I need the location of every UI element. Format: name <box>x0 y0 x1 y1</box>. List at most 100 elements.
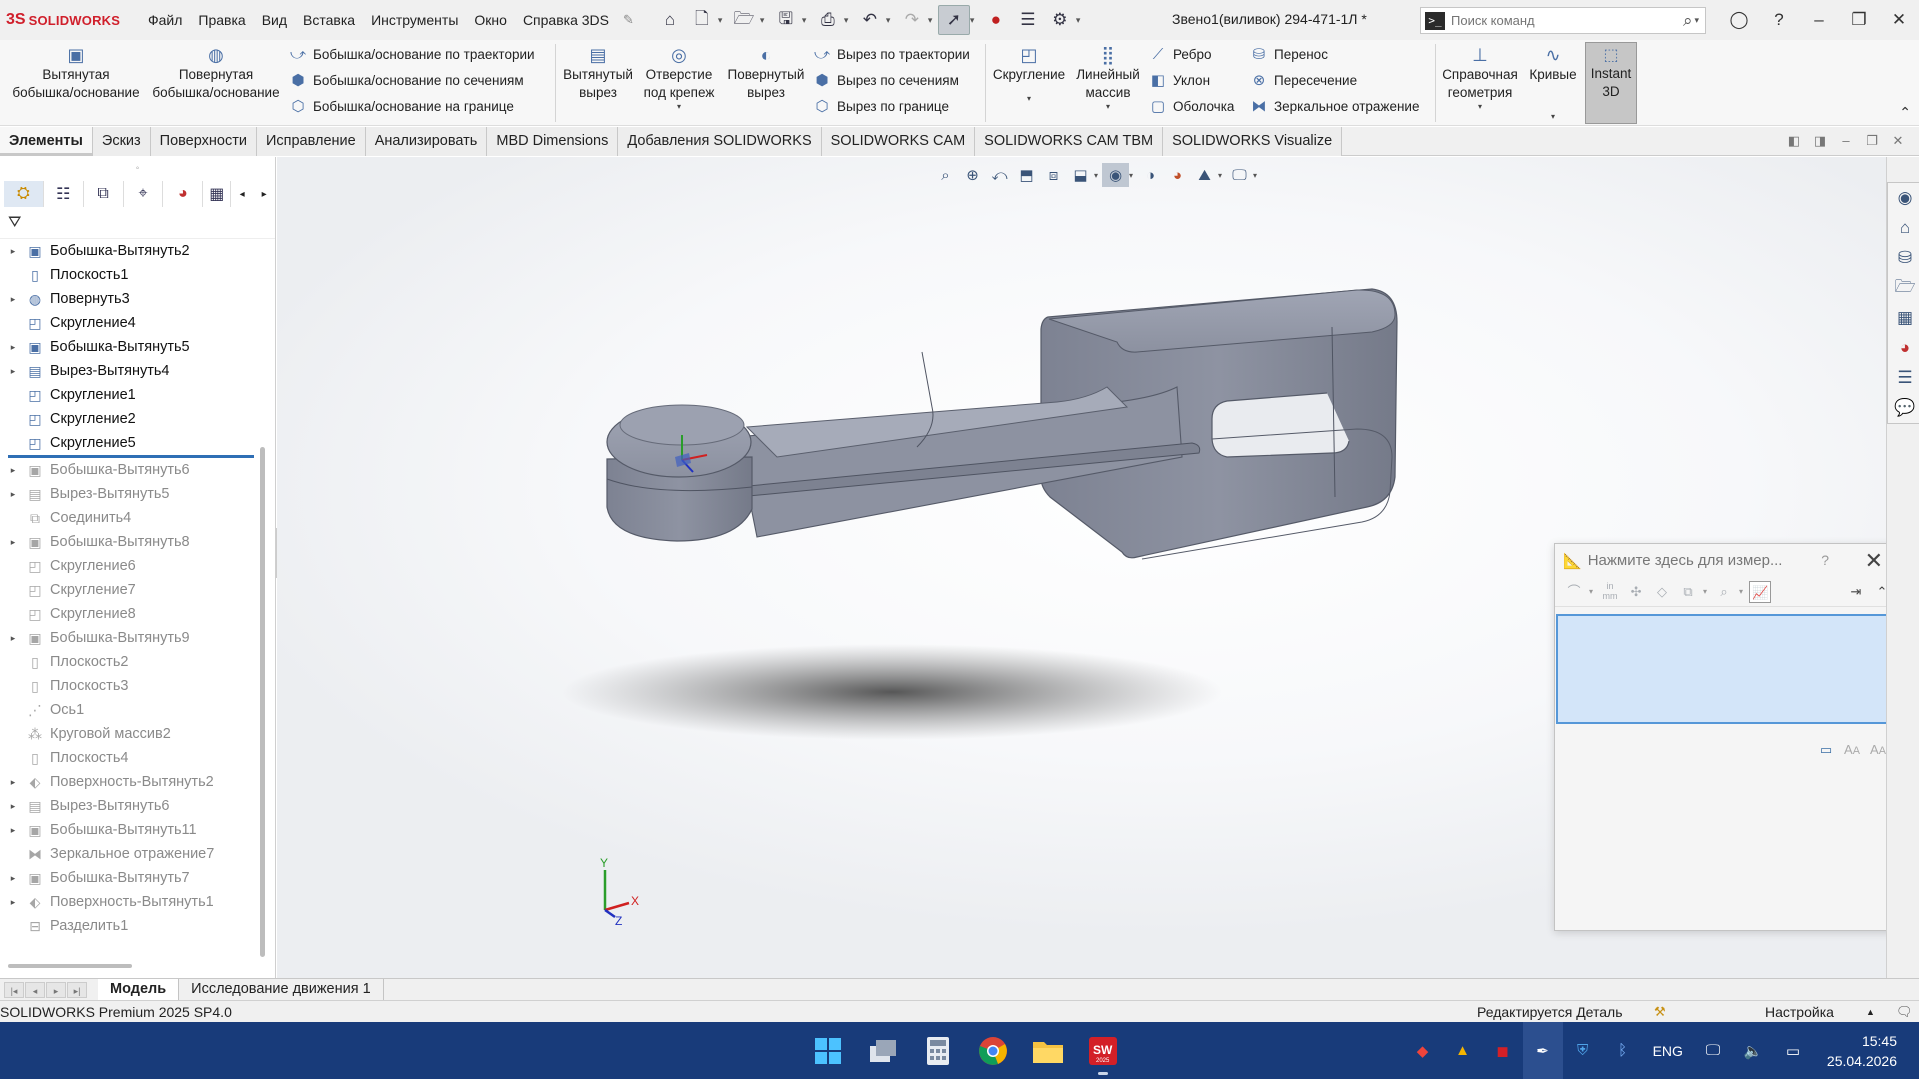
fillet-button[interactable]: ◰ Скругление ▾ <box>990 44 1068 104</box>
display-style-dropdown-icon[interactable]: ▾ <box>1129 171 1137 180</box>
command-search[interactable]: >_ ⌕ ▾ <box>1420 7 1706 34</box>
measure-header[interactable]: 📐 Нажмите здесь для измер... ? ✕ <box>1555 544 1897 577</box>
view-settings-dropdown-icon[interactable]: ▾ <box>1253 171 1261 180</box>
bluetooth-tray-icon[interactable]: ᛒ <box>1603 1022 1643 1079</box>
search-icon[interactable]: ⌕ <box>1683 11 1693 31</box>
tree-vertical-scrollbar[interactable] <box>260 447 265 957</box>
search-input[interactable] <box>1451 13 1683 28</box>
tree-node[interactable]: ▸ ▣ Бобышка-Вытянуть2 <box>0 239 275 263</box>
design-library-icon[interactable]: ⛁ <box>1890 243 1919 273</box>
view-settings-icon[interactable]: 🖵 <box>1226 163 1253 187</box>
tree-node[interactable]: ▸ ▣ Бобышка-Вытянуть5 <box>0 335 275 359</box>
fillet-dropdown-icon[interactable]: ▾ <box>990 94 1068 104</box>
boundary-cut-button[interactable]: ⬡ Вырез по границе <box>814 95 949 117</box>
tree-filter[interactable]: ⛛ <box>0 207 275 239</box>
measure-help-icon[interactable]: ? <box>1821 552 1829 568</box>
rebuild-traffic-light-icon[interactable]: ● <box>980 5 1012 35</box>
anydesk-tray-icon[interactable]: ◆ <box>1403 1022 1443 1079</box>
expand-arrow-icon[interactable]: ▸ <box>6 246 20 257</box>
open-icon[interactable]: 🗁 <box>728 5 760 35</box>
expand-arrow-icon[interactable]: ▸ <box>6 825 20 836</box>
tree-node[interactable]: ⧓ Зеркальное отражение7 <box>0 842 275 866</box>
tab-model[interactable]: Модель <box>98 978 180 1001</box>
file-explorer-icon[interactable]: 🗁 <box>1890 273 1919 303</box>
view-orientation-dropdown-icon[interactable]: ▾ <box>1094 171 1102 180</box>
feature-manager-tab-icon[interactable]: ⛭ <box>4 181 44 207</box>
tree-node[interactable]: ▸ ▤ Вырез-Вытянуть6 <box>0 794 275 818</box>
tabs-left-arrow-icon[interactable]: ◂ <box>231 189 253 200</box>
menu-insert[interactable]: Вставка <box>295 12 363 28</box>
tree-node[interactable]: ◰ Скругление2 <box>0 407 275 431</box>
tab-addins[interactable]: Добавления SOLIDWORKS <box>618 127 822 156</box>
open-dropdown-icon[interactable]: ▾ <box>760 15 770 26</box>
tab-sketch[interactable]: Эскиз <box>92 127 151 156</box>
volume-icon[interactable]: 🔈 <box>1733 1022 1773 1079</box>
tree-node[interactable]: ▸ ▣ Бобышка-Вытянуть11 <box>0 818 275 842</box>
rebuild-status-icon[interactable]: ⚒ <box>1654 1004 1666 1020</box>
tree-node[interactable]: ◰ Скругление4 <box>0 311 275 335</box>
solidworks-resources-icon[interactable]: ◉ <box>1890 183 1919 213</box>
curves-button[interactable]: ∿ Кривые ▾ <box>1524 44 1582 122</box>
clock[interactable]: 15:45 25.04.2026 <box>1827 1031 1897 1071</box>
restore-icon[interactable]: ❐ <box>1839 0 1879 40</box>
measure-pin-icon[interactable]: ⇥ <box>1845 581 1867 603</box>
tab-mbd-dimensions[interactable]: MBD Dimensions <box>487 127 619 156</box>
close-icon[interactable]: ✕ <box>1879 0 1919 40</box>
appearances-scenes-icon[interactable]: ◕ <box>1890 333 1919 363</box>
task-view-icon[interactable] <box>855 1022 910 1079</box>
arc-measure-dropdown-icon[interactable]: ▾ <box>1589 587 1593 596</box>
pin-icon[interactable]: ✎ <box>623 12 634 28</box>
projected-dropdown-icon[interactable]: ▾ <box>1703 587 1707 596</box>
view-palette-icon[interactable]: ▦ <box>1890 303 1919 333</box>
user-account-icon[interactable]: ◯ <box>1719 0 1759 40</box>
tree-node[interactable]: ▸ ⬖ Поверхность-Вытянуть1 <box>0 890 275 914</box>
tab-evaluate[interactable]: Анализировать <box>365 127 488 156</box>
doc-minimize-icon[interactable]: – <box>1833 133 1859 149</box>
tree-node[interactable]: ▸ ▣ Бобышка-Вытянуть9 <box>0 626 275 650</box>
show-xyz-icon[interactable]: ✣ <box>1625 581 1647 603</box>
expand-arrow-icon[interactable]: ▸ <box>6 489 20 500</box>
expand-arrow-icon[interactable]: ▸ <box>6 897 20 908</box>
tree-node[interactable]: ⧉ Соединить4 <box>0 506 275 530</box>
expand-arrow-icon[interactable]: ▸ <box>6 777 20 788</box>
menu-tools[interactable]: Инструменты <box>363 12 466 28</box>
hole-wizard-button[interactable]: ◎ Отверстие под крепеж ▾ <box>636 44 722 112</box>
tab-solidworks-cam-tbm[interactable]: SOLIDWORKS CAM TBM <box>975 127 1164 156</box>
save-dropdown-icon[interactable]: ▾ <box>802 15 812 26</box>
display-manager-tab-icon[interactable]: ◕ <box>163 181 204 207</box>
tree-node[interactable]: ⁂ Круговой массив2 <box>0 722 275 746</box>
save-icon[interactable]: 🖫 <box>770 5 802 35</box>
hide-show-items-icon[interactable]: ◑ <box>1137 163 1164 187</box>
undo-icon[interactable]: ↶ <box>854 5 886 35</box>
expand-arrow-icon[interactable]: ▸ <box>6 366 20 377</box>
tab-surfaces[interactable]: Поверхности <box>150 127 257 156</box>
tab-motion-study[interactable]: Исследование движения 1 <box>179 978 384 1001</box>
google-drive-tray-icon[interactable]: ▲ <box>1443 1022 1483 1079</box>
display-style-icon[interactable]: ◉ <box>1102 163 1129 187</box>
forum-icon[interactable]: 💬 <box>1890 393 1919 423</box>
instant3d-button[interactable]: ⬚ Instant 3D <box>1585 42 1637 124</box>
search-dropdown-icon[interactable]: ▾ <box>1694 15 1699 26</box>
history-dropdown-icon[interactable]: ▾ <box>1739 587 1743 596</box>
network-icon[interactable]: 🖵 <box>1693 1022 1733 1079</box>
tab-solidworks-visualize[interactable]: SOLIDWORKS Visualize <box>1163 127 1343 156</box>
home-icon[interactable]: ⌂ <box>654 5 686 35</box>
dimxpert-tab-icon[interactable]: ⌖ <box>124 181 164 207</box>
options-dropdown-icon[interactable]: ▾ <box>1076 15 1086 26</box>
last-tab-icon[interactable]: ▸| <box>67 981 87 998</box>
tree-node[interactable]: ▸ ⬖ Поверхность-Вытянуть2 <box>0 770 275 794</box>
revolved-cut-button[interactable]: ◐ Повернутый вырез <box>724 44 808 102</box>
swept-boss-button[interactable]: ⤻ Бобышка/основание по траектории <box>290 43 535 65</box>
edit-appearance-icon[interactable]: ◕ <box>1164 163 1191 187</box>
intersect-button[interactable]: ⊗ Пересечение <box>1251 69 1357 91</box>
extruded-boss-button[interactable]: ▣ Вытянутая бобышка/основание <box>8 44 144 102</box>
previous-view-icon[interactable]: ⤺ <box>986 163 1013 187</box>
zoom-to-area-icon[interactable]: ⊕ <box>959 163 986 187</box>
mirror-button[interactable]: ⧓ Зеркальное отражение <box>1251 95 1420 117</box>
first-tab-icon[interactable]: |◂ <box>4 981 24 998</box>
tile-left-icon[interactable]: ◧ <box>1781 133 1807 149</box>
chrome-icon[interactable] <box>965 1022 1020 1079</box>
tree-node[interactable]: ◰ Скругление5 <box>0 431 275 455</box>
menu-file[interactable]: Файл <box>140 12 190 28</box>
redo-icon[interactable]: ↷ <box>896 5 928 35</box>
